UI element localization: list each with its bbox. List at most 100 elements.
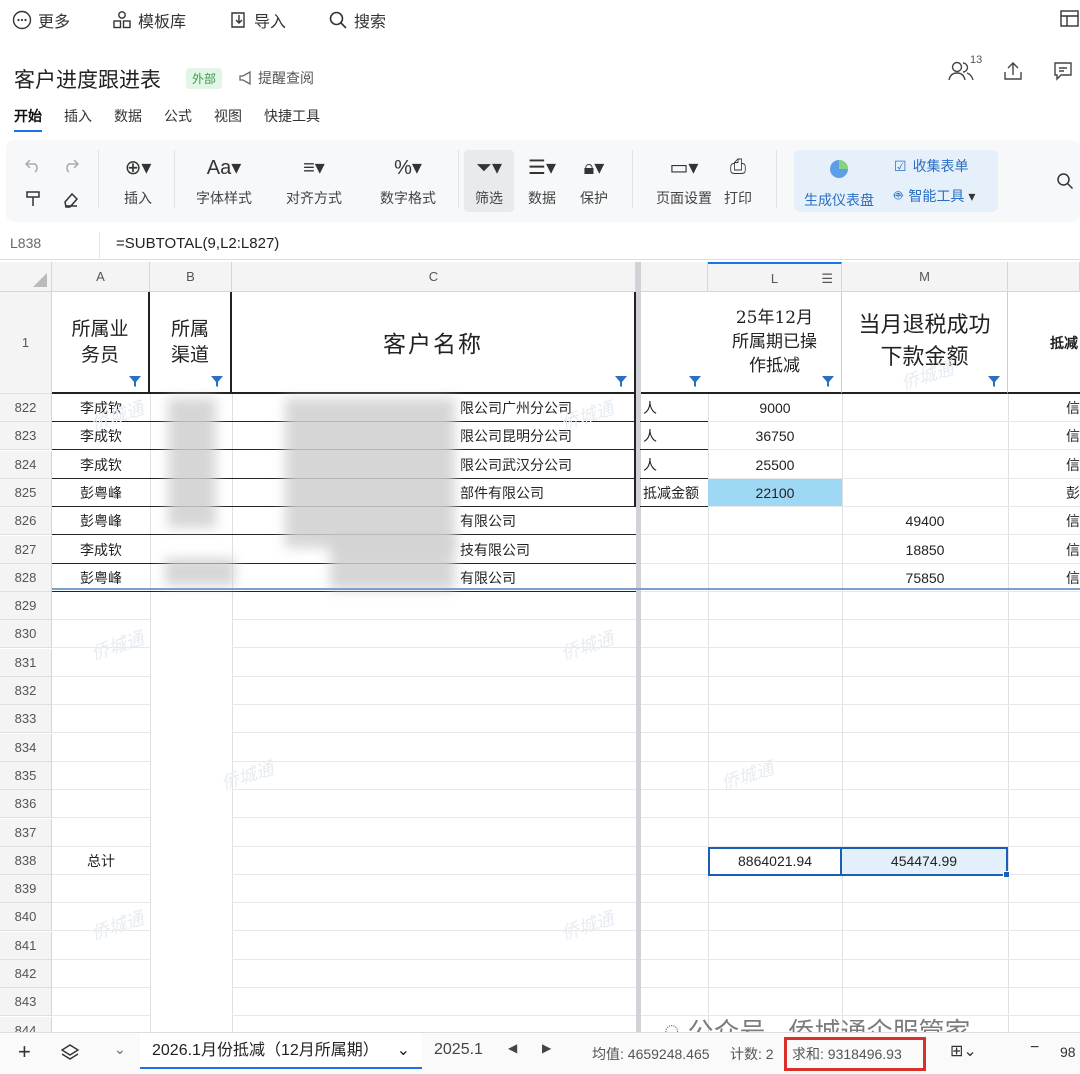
row-header[interactable]: 829	[0, 592, 52, 620]
row-header[interactable]: 836	[0, 790, 52, 818]
cell-note[interactable]	[641, 536, 708, 564]
row-header[interactable]: 844	[0, 1017, 52, 1032]
cell-n[interactable]	[1008, 903, 1080, 931]
header-refund[interactable]: 当月退税成功下款金额	[842, 292, 1008, 394]
row-header[interactable]: 826	[0, 507, 52, 535]
sheet-tab-active[interactable]: 2026.1月份抵减（12月所属期） ⌄	[140, 1033, 422, 1069]
cell-n[interactable]	[1008, 677, 1080, 705]
row-header[interactable]: 822	[0, 394, 52, 422]
cell-refund-amount[interactable]: 18850	[842, 536, 1008, 564]
cell-refund-amount[interactable]	[842, 960, 1008, 988]
cell-refund-amount[interactable]	[842, 394, 1008, 422]
cell-salesperson[interactable]	[52, 790, 150, 818]
row-header[interactable]: 840	[0, 903, 52, 931]
cell-n[interactable]	[1008, 620, 1080, 648]
filter-icon[interactable]	[688, 374, 702, 388]
cell-note[interactable]	[641, 932, 708, 960]
cell-salesperson[interactable]	[52, 875, 150, 903]
cell-refund-amount[interactable]	[842, 705, 1008, 733]
protect-button[interactable]: 🔒︎▾ 保护	[574, 152, 614, 208]
search-button[interactable]: 搜索	[328, 8, 386, 32]
more-button[interactable]: 更多	[12, 8, 70, 32]
cell-note[interactable]	[641, 620, 708, 648]
cell-n[interactable]	[1008, 1017, 1080, 1032]
tab-insert[interactable]: 插入	[64, 106, 92, 132]
fill-handle[interactable]	[1003, 871, 1010, 878]
cell-deduction[interactable]: 9000	[708, 394, 842, 422]
cell-customer-name[interactable]	[232, 932, 636, 960]
column-menu-icon[interactable]: ☰	[821, 264, 833, 294]
font-style-button[interactable]: Aa▾ 字体样式	[186, 152, 262, 208]
filter-icon[interactable]	[821, 374, 835, 388]
cell-salesperson[interactable]	[52, 592, 150, 620]
cell-refund-amount[interactable]	[842, 790, 1008, 818]
cell-deduction[interactable]	[708, 875, 842, 903]
cell-refund-amount[interactable]	[842, 620, 1008, 648]
cell-n[interactable]: 信	[1008, 394, 1080, 422]
cell-salesperson[interactable]: 李成钦	[52, 536, 150, 564]
row-header[interactable]: 843	[0, 988, 52, 1016]
cell-n[interactable]: 彭	[1008, 479, 1080, 507]
cell-customer-name[interactable]	[232, 819, 636, 847]
format-painter-icon[interactable]	[24, 190, 42, 208]
tab-data[interactable]: 数据	[114, 106, 142, 132]
row-header[interactable]: 827	[0, 536, 52, 564]
cell-customer-name[interactable]	[232, 847, 636, 875]
cell-n[interactable]	[1008, 762, 1080, 790]
chevron-down-icon[interactable]: ⌄	[397, 1033, 410, 1069]
column-header-n[interactable]	[1008, 262, 1080, 292]
row-header[interactable]: 841	[0, 932, 52, 960]
layers-icon[interactable]	[60, 1043, 80, 1063]
header-n[interactable]: 抵减	[1008, 292, 1080, 394]
cell-salesperson[interactable]: 总计	[52, 847, 150, 875]
cell-salesperson[interactable]	[52, 932, 150, 960]
remind-button[interactable]: 提醒查阅	[238, 68, 314, 88]
cell-note[interactable]	[641, 960, 708, 988]
cell-n[interactable]: 信	[1008, 536, 1080, 564]
zoom-out-icon[interactable]: −	[1030, 1039, 1039, 1057]
row-header[interactable]: 837	[0, 819, 52, 847]
cell-refund-amount[interactable]: 454474.99	[842, 847, 1008, 876]
cell-customer-name[interactable]	[232, 903, 636, 931]
cell-salesperson[interactable]: 彭粤峰	[52, 507, 150, 535]
column-header-l[interactable]: L ☰	[708, 262, 842, 292]
cell-deduction[interactable]	[708, 705, 842, 733]
cell-note[interactable]	[641, 734, 708, 762]
filter-button[interactable]: ⏷▾ 筛选	[464, 150, 514, 212]
cell-deduction[interactable]	[708, 536, 842, 564]
document-title[interactable]: 客户进度跟进表	[14, 64, 161, 94]
cell-customer-name[interactable]	[232, 988, 636, 1016]
cell-note[interactable]	[641, 649, 708, 677]
row-header[interactable]: 828	[0, 564, 52, 592]
row-header[interactable]: 835	[0, 762, 52, 790]
cell-customer-name[interactable]	[232, 677, 636, 705]
import-button[interactable]: 导入	[228, 8, 286, 32]
row-header[interactable]: 823	[0, 422, 52, 450]
cell-customer-name[interactable]	[232, 875, 636, 903]
cell-customer-name[interactable]	[232, 960, 636, 988]
cell-n[interactable]	[1008, 875, 1080, 903]
cell-refund-amount[interactable]	[842, 422, 1008, 450]
template-button[interactable]: 模板库	[112, 8, 186, 32]
undo-icon[interactable]	[24, 156, 42, 174]
cell-n[interactable]	[1008, 960, 1080, 988]
cell-customer-name[interactable]	[232, 734, 636, 762]
cell-deduction[interactable]	[708, 903, 842, 931]
print-button[interactable]: ⎙ 打印	[720, 152, 756, 208]
sheet-list-chevron-icon[interactable]: ⌄	[114, 1041, 126, 1058]
cell-deduction[interactable]: 22100	[708, 479, 842, 507]
cell-refund-amount[interactable]	[842, 451, 1008, 479]
cell-n[interactable]: 信	[1008, 422, 1080, 450]
panel-icon[interactable]	[1058, 8, 1080, 30]
cell-deduction[interactable]	[708, 932, 842, 960]
cell-salesperson[interactable]	[52, 819, 150, 847]
filter-icon[interactable]	[614, 374, 628, 388]
cell-n[interactable]	[1008, 932, 1080, 960]
smart-tools-button[interactable]: 🤖︎ 智能工具 ▾	[894, 186, 975, 206]
cell-salesperson[interactable]	[52, 734, 150, 762]
cell-customer-name[interactable]	[232, 620, 636, 648]
cell-salesperson[interactable]	[52, 620, 150, 648]
cell-note[interactable]	[641, 507, 708, 535]
cell-deduction[interactable]	[708, 762, 842, 790]
cell-salesperson[interactable]	[52, 1017, 150, 1032]
